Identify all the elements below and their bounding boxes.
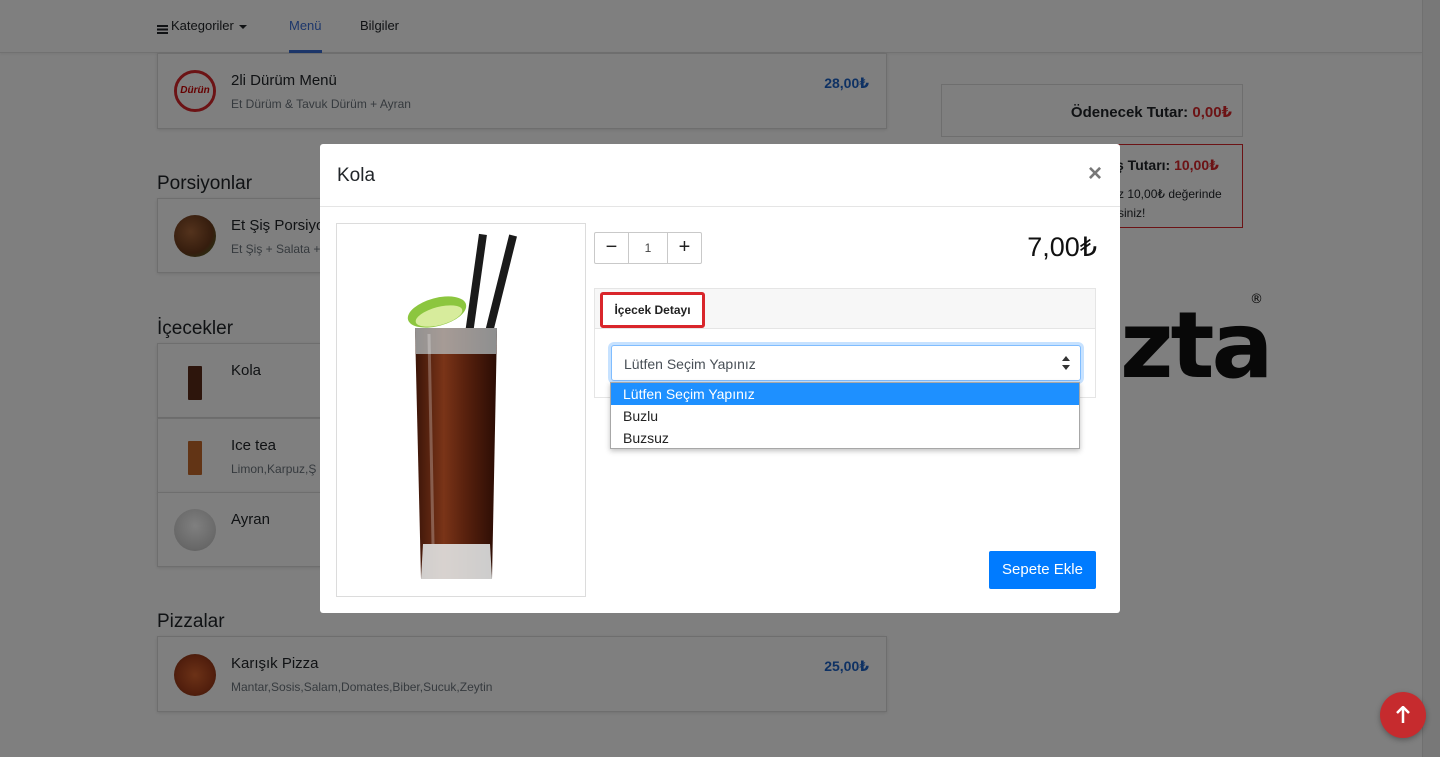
sort-arrows-icon — [1062, 355, 1070, 371]
product-modal: Kola × − 1 + 7,00₺ İçecek Detayı Lütfen … — [320, 144, 1120, 613]
quantity-value[interactable]: 1 — [629, 241, 667, 255]
tab-drink-detail[interactable]: İçecek Detayı — [600, 292, 705, 328]
increase-quantity-button[interactable]: + — [667, 233, 701, 263]
modal-title: Kola — [337, 165, 376, 186]
detail-tabbar: İçecek Detayı — [595, 289, 1095, 329]
select-value: Lütfen Seçim Yapınız — [624, 356, 756, 372]
scroll-to-top-button[interactable] — [1380, 692, 1426, 738]
drink-option-select[interactable]: Lütfen Seçim Yapınız — [611, 345, 1081, 381]
close-icon[interactable]: × — [1088, 162, 1102, 186]
product-price: 7,00₺ — [1027, 232, 1097, 262]
decrease-quantity-button[interactable]: − — [595, 233, 629, 263]
quantity-stepper: − 1 + — [594, 232, 702, 264]
add-to-cart-button[interactable]: Sepete Ekle — [989, 551, 1096, 589]
select-option[interactable]: Lütfen Seçim Yapınız — [611, 383, 1079, 405]
modal-header: Kola × — [320, 144, 1120, 207]
select-dropdown-list: Lütfen Seçim Yapınız Buzlu Buzsuz — [610, 382, 1080, 449]
product-image — [336, 223, 586, 597]
select-option[interactable]: Buzlu — [611, 405, 1079, 427]
select-option[interactable]: Buzsuz — [611, 427, 1079, 449]
